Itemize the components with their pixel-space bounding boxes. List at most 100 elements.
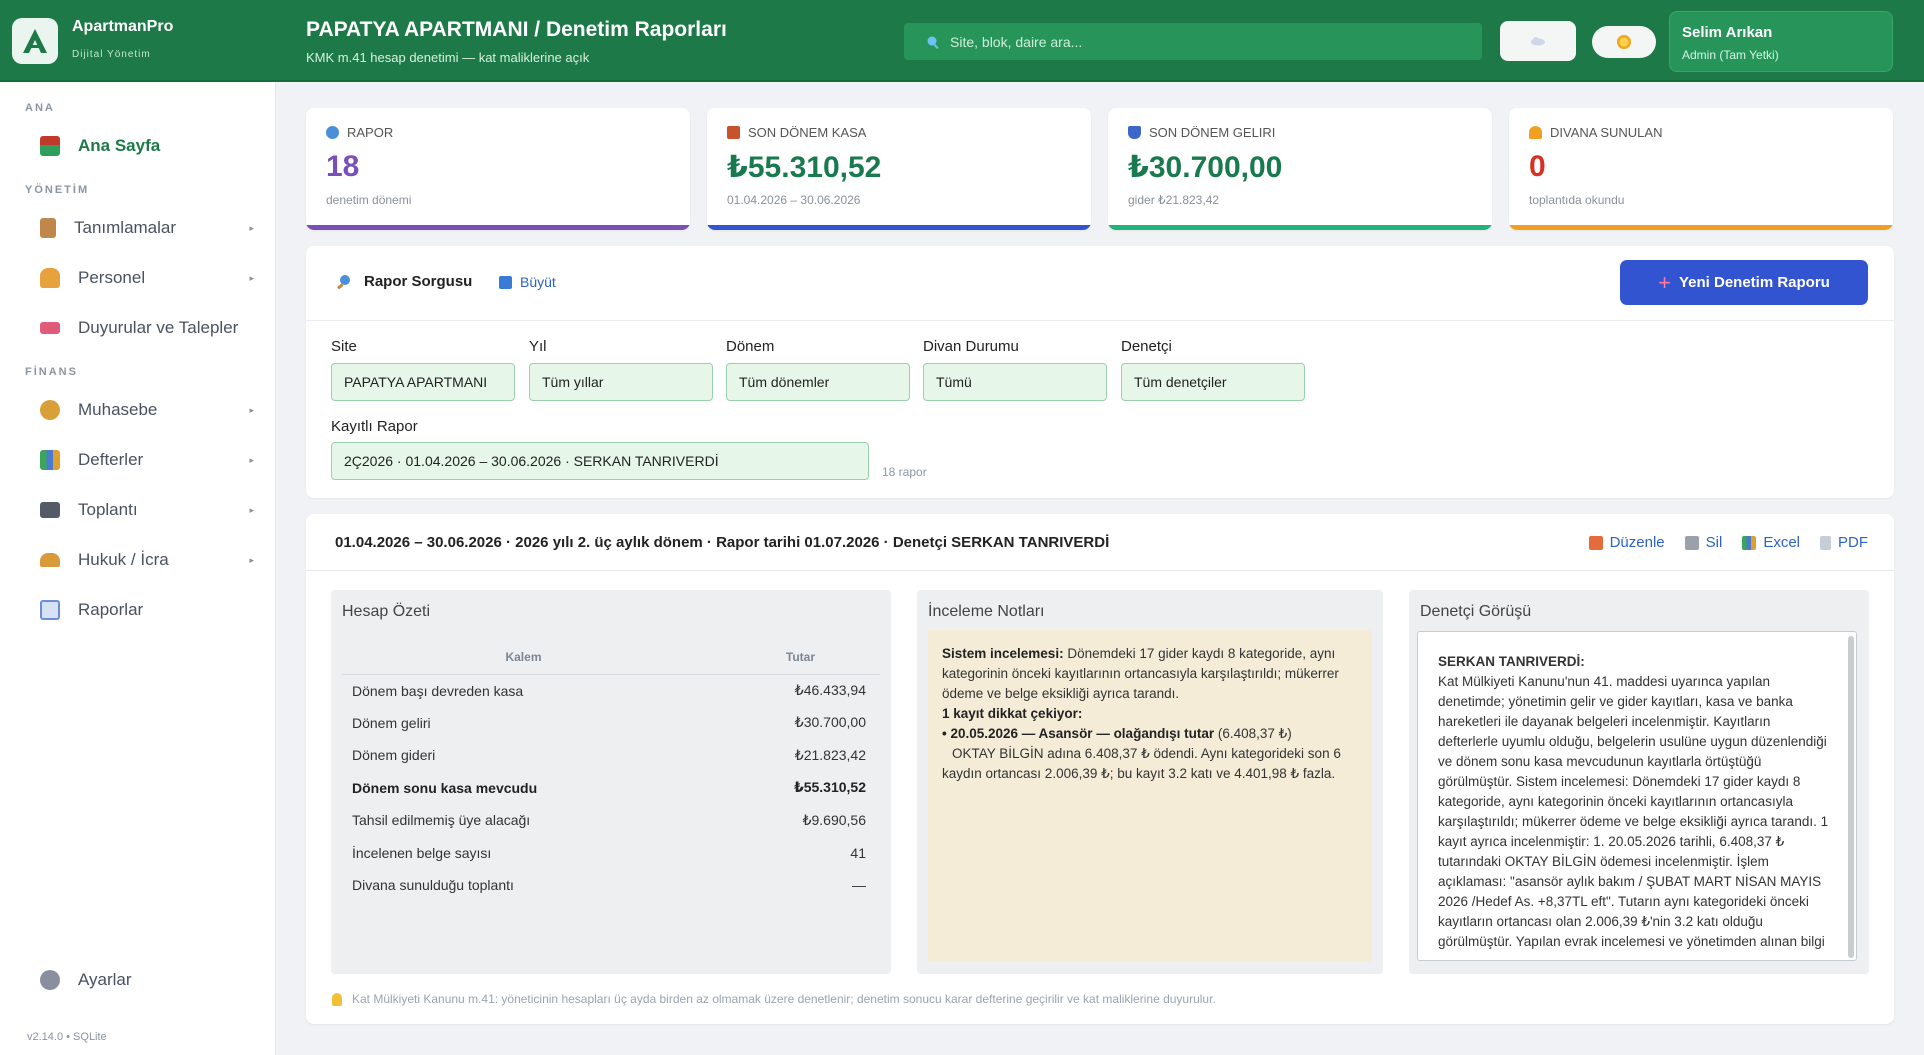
bell-icon xyxy=(1529,126,1542,139)
sidebar-item-personel[interactable]: Personel ▸ xyxy=(40,260,260,296)
column-header-amount: Tutar xyxy=(704,640,880,675)
user-menu[interactable]: Selim Arıkan Admin (Tam Yetki) xyxy=(1669,11,1893,72)
sidebar-section-yonetim: YÖNETİM xyxy=(25,184,90,196)
report-count: 18 rapor xyxy=(882,465,927,479)
sidebar-item-duyurular[interactable]: Duyurular ve Talepler xyxy=(40,310,260,346)
expand-arrow-icon: ▸ xyxy=(249,272,254,283)
expand-link[interactable]: Büyüt xyxy=(499,274,556,290)
stat-label: SON DÖNEM KASA xyxy=(748,125,867,140)
site-select[interactable]: PAPATYA APARTMANI xyxy=(331,363,515,401)
sidebar-item-label: Tanımlamalar xyxy=(74,218,177,237)
plus-icon: + xyxy=(1658,269,1671,295)
table-row: Dönem gideri ₺21.823,42 xyxy=(352,746,866,764)
delete-button[interactable]: Sil xyxy=(1684,534,1722,551)
cloud-button[interactable] xyxy=(1500,21,1576,61)
global-search[interactable] xyxy=(904,23,1482,60)
divider xyxy=(306,320,1894,321)
scrollbar[interactable] xyxy=(1848,636,1854,958)
query-title: Rapor Sorgusu xyxy=(364,273,473,290)
stat-card-gelir: SON DÖNEM GELIRI ₺30.700,00 gider ₺21.82… xyxy=(1108,108,1492,230)
sidebar-item-label: Duyurular ve Talepler xyxy=(78,318,239,337)
table-row: Dönem başı devreden kasa ₺46.433,94 xyxy=(352,682,866,699)
stat-accent-bar xyxy=(306,225,690,230)
sidebar-item-label: Ana Sayfa xyxy=(78,136,161,155)
sidebar-item-label: Raporlar xyxy=(78,600,144,619)
stat-card-divan: DIVANA SUNULAN 0 toplantıda okundu xyxy=(1509,108,1893,230)
report-heading: 01.04.2026 – 30.06.2026 · 2026 yılı 2. ü… xyxy=(335,534,1110,551)
sidebar-item-hukuk[interactable]: Hukuk / İcra ▸ xyxy=(40,542,260,578)
sidebar-section-finans: FİNANS xyxy=(25,366,78,378)
stat-value: ₺30.700,00 xyxy=(1128,151,1283,184)
auditor-opinion-panel: Denetçi Görüşü SERKAN TANRIVERDİ: Kat Mü… xyxy=(1409,590,1869,974)
auditor-opinion-textarea[interactable]: SERKAN TANRIVERDİ: Kat Mülkiyeti Kanunu'… xyxy=(1417,631,1857,961)
ledger-icon xyxy=(727,126,740,139)
user-role: Admin (Tam Yetki) xyxy=(1682,48,1779,62)
review-notes-panel: İnceleme Notları Sistem incelemesi: Döne… xyxy=(917,590,1383,974)
year-filter-label: Yıl xyxy=(529,338,547,355)
stat-value: 0 xyxy=(1529,150,1546,183)
legal-footnote: Kat Mülkiyeti Kanunu m.41: yöneticinin h… xyxy=(332,992,1216,1006)
person-icon xyxy=(40,268,60,288)
panel-title: Denetçi Görüşü xyxy=(1420,603,1532,620)
new-report-button[interactable]: + Yeni Denetim Raporu xyxy=(1620,260,1868,305)
report-detail-panel: 01.04.2026 – 30.06.2026 · 2026 yılı 2. ü… xyxy=(306,514,1894,1024)
year-select[interactable]: Tüm yıllar xyxy=(529,363,713,401)
stat-label: RAPOR xyxy=(347,125,394,140)
expand-arrow-icon: ▸ xyxy=(249,554,254,565)
arrow-up-icon xyxy=(1128,126,1141,139)
table-row: Dönem sonu kasa mevcudu ₺55.310,52 xyxy=(352,779,866,796)
sidebar-item-defterler[interactable]: Defterler ▸ xyxy=(40,442,260,478)
stat-sub: toplantıda okundu xyxy=(1529,193,1625,207)
document-icon xyxy=(1820,535,1831,550)
expand-arrow-icon: ▸ xyxy=(249,404,254,415)
sidebar-item-ayarlar[interactable]: Ayarlar xyxy=(40,962,260,998)
magnifier-icon xyxy=(326,126,339,139)
stat-value: ₺55.310,52 xyxy=(727,151,882,184)
expand-arrow-icon: ▸ xyxy=(249,222,254,233)
sidebar: ANA Ana Sayfa YÖNETİM Tanımlamalar ▸ Per… xyxy=(0,82,276,1055)
stat-accent-bar xyxy=(707,225,1091,230)
house-icon xyxy=(40,136,60,156)
trash-icon xyxy=(1684,535,1699,550)
panel-title: İnceleme Notları xyxy=(928,603,1045,620)
user-name: Selim Arıkan xyxy=(1682,24,1773,41)
app-logo[interactable] xyxy=(12,18,58,64)
pencil-icon xyxy=(1588,535,1603,550)
sidebar-item-raporlar[interactable]: Raporlar xyxy=(40,592,260,628)
sidebar-item-label: Personel xyxy=(78,268,146,287)
report-query-panel: Rapor Sorgusu Büyüt + Yeni Denetim Raporu… xyxy=(306,246,1894,498)
stat-accent-bar xyxy=(1108,225,1492,230)
pdf-button[interactable]: PDF xyxy=(1820,534,1868,551)
sidebar-item-label: Defterler xyxy=(78,450,144,469)
table-row: Tahsil edilmemiş üye alacağı ₺9.690,56 xyxy=(352,811,866,829)
stat-card-kasa: SON DÖNEM KASA ₺55.310,52 01.04.2026 – 3… xyxy=(707,108,1091,230)
excel-button[interactable]: Excel xyxy=(1742,534,1800,551)
sidebar-item-muhasebe[interactable]: Muhasebe ▸ xyxy=(40,392,260,428)
sidebar-item-tanimlamalar[interactable]: Tanımlamalar ▸ xyxy=(40,210,260,246)
sidebar-item-toplanti[interactable]: Toplantı ▸ xyxy=(40,492,260,528)
auditor-select[interactable]: Tüm denetçiler xyxy=(1121,363,1305,401)
stat-label: DIVANA SUNULAN xyxy=(1550,125,1663,140)
divan-select[interactable]: Tümü xyxy=(923,363,1107,401)
search-input[interactable] xyxy=(950,33,1450,50)
app-tagline: Dijital Yönetim xyxy=(72,49,151,60)
edit-button[interactable]: Düzenle xyxy=(1588,534,1665,551)
period-select[interactable]: Tüm dönemler xyxy=(726,363,910,401)
sidebar-item-label: Muhasebe xyxy=(78,400,158,419)
page-subtitle: KMK m.41 hesap denetimi — kat maliklerin… xyxy=(306,50,590,65)
clapper-icon xyxy=(40,502,60,518)
period-filter-label: Dönem xyxy=(726,338,775,355)
theme-toggle-button[interactable] xyxy=(1592,26,1656,58)
divider xyxy=(306,570,1894,571)
megaphone-icon xyxy=(40,322,60,334)
expand-arrow-icon: ▸ xyxy=(249,454,254,465)
sidebar-item-ana-sayfa[interactable]: Ana Sayfa xyxy=(40,128,260,164)
saved-report-select[interactable]: 2Ç2026 · 01.04.2026 – 30.06.2026 · SERKA… xyxy=(331,442,869,480)
saved-report-label: Kayıtlı Rapor xyxy=(331,418,418,435)
stat-sub: gider ₺21.823,42 xyxy=(1128,193,1220,207)
sidebar-section-ana: ANA xyxy=(25,102,55,114)
sidebar-item-label: Ayarlar xyxy=(78,970,132,989)
stat-sub: denetim dönemi xyxy=(326,193,412,207)
stat-value: 18 xyxy=(326,150,360,183)
auditor-filter-label: Denetçi xyxy=(1121,338,1172,355)
